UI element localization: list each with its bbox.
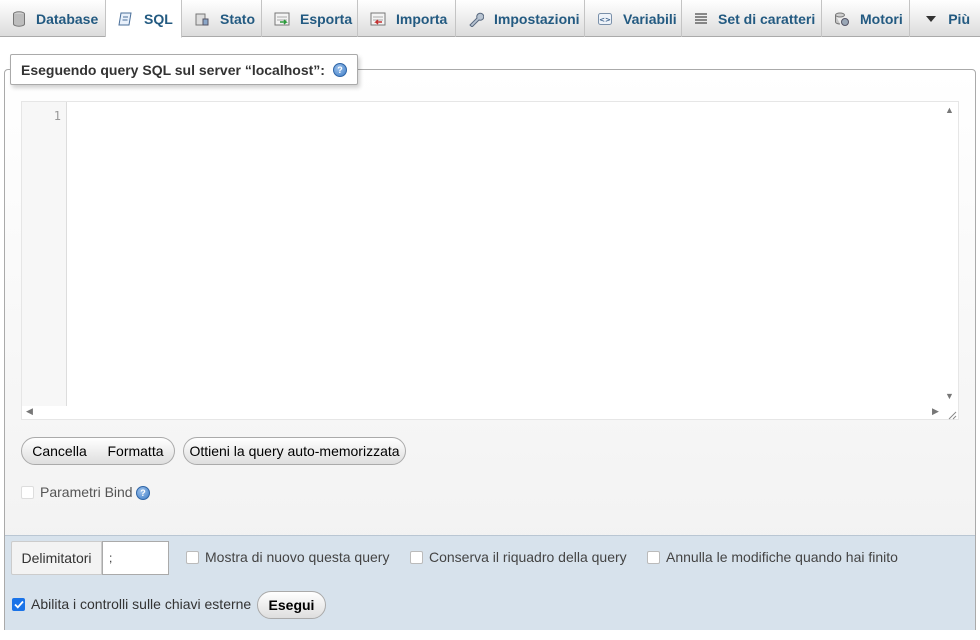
tab-sql[interactable]: SQL [106,0,182,38]
engine-icon [834,11,850,27]
tab-import[interactable]: Importa [358,0,456,37]
delimiter-label: Delimitatori [11,541,102,575]
retain-query-box-label[interactable]: Conserva il riquadro della query [429,549,627,565]
tab-label: SQL [144,10,173,27]
svg-text:<>: <> [599,16,611,24]
help-icon[interactable]: ? [136,486,150,500]
foreign-key-checks-checkbox[interactable] [12,598,25,611]
caret-down-icon [924,11,938,27]
tab-charset[interactable]: Set di caratteri [682,0,822,37]
checkmark-icon [13,600,24,609]
vertical-scrollbar[interactable]: ▲ ▼ [941,102,958,406]
clear-button[interactable]: Cancella [21,437,98,465]
tab-label: Più [948,10,970,27]
horizontal-scrollbar[interactable]: ◀ ▶ [22,404,960,419]
wrench-icon [468,11,484,27]
line-number: 1 [53,109,61,123]
tab-label: Stato [220,10,255,27]
tab-database[interactable]: Database [0,0,106,37]
tab-label: Variabili [623,10,677,27]
tab-label: Esporta [300,10,353,27]
tab-more[interactable]: Più [910,0,980,37]
export-icon [274,11,290,27]
legend-text: Eseguendo query SQL sul server “localhos… [21,61,325,78]
bind-parameters-label[interactable]: Parametri Bind [40,484,133,500]
sql-icon [118,11,134,27]
database-icon [12,10,26,27]
help-icon[interactable]: ? [332,62,347,77]
scroll-left-icon[interactable]: ◀ [26,407,33,416]
tab-variables[interactable]: <> Variabili [585,0,682,37]
rollback-label[interactable]: Annulla le modifiche quando hai finito [666,549,898,565]
bind-parameters-checkbox[interactable] [21,486,34,499]
foreign-key-checks-label[interactable]: Abilita i controlli sulle chiavi esterne [31,596,251,612]
scroll-up-icon[interactable]: ▲ [945,106,954,115]
show-query-again-checkbox[interactable] [186,551,199,564]
delimiter-input[interactable] [102,541,169,575]
go-button[interactable]: Esegui [257,591,326,619]
charset-icon [694,11,708,27]
scroll-right-icon[interactable]: ▶ [932,407,939,416]
tab-label: Set di caratteri [718,10,816,27]
query-box-legend: Eseguendo query SQL sul server “localhos… [10,54,358,85]
tab-status[interactable]: Stato [182,0,262,37]
tab-label: Importa [396,10,448,27]
scroll-down-icon[interactable]: ▼ [945,392,954,401]
status-icon [194,11,210,27]
tab-settings[interactable]: Impostazioni [456,0,585,37]
resize-handle-icon[interactable] [947,408,957,420]
line-number-gutter: 1 [22,102,67,406]
get-autosaved-query-button[interactable]: Ottieni la query auto-memorizzata [183,437,406,465]
show-query-again-label[interactable]: Mostra di nuovo questa query [205,549,389,565]
tab-label: Impostazioni [494,10,580,27]
tab-label: Database [36,10,99,27]
import-icon [370,11,386,27]
top-menu-tabs: Database SQL Stato Esporta Importa Impos… [0,0,980,38]
format-button[interactable]: Formatta [97,437,175,465]
rollback-checkbox[interactable] [647,551,660,564]
tab-export[interactable]: Esporta [262,0,358,37]
tab-engines[interactable]: Motori [822,0,910,37]
sql-editor[interactable]: 1 ▲ ▼ ◀ ▶ [21,101,959,420]
variables-icon: <> [597,11,613,27]
retain-query-box-checkbox[interactable] [410,551,423,564]
tab-label: Motori [860,10,903,27]
